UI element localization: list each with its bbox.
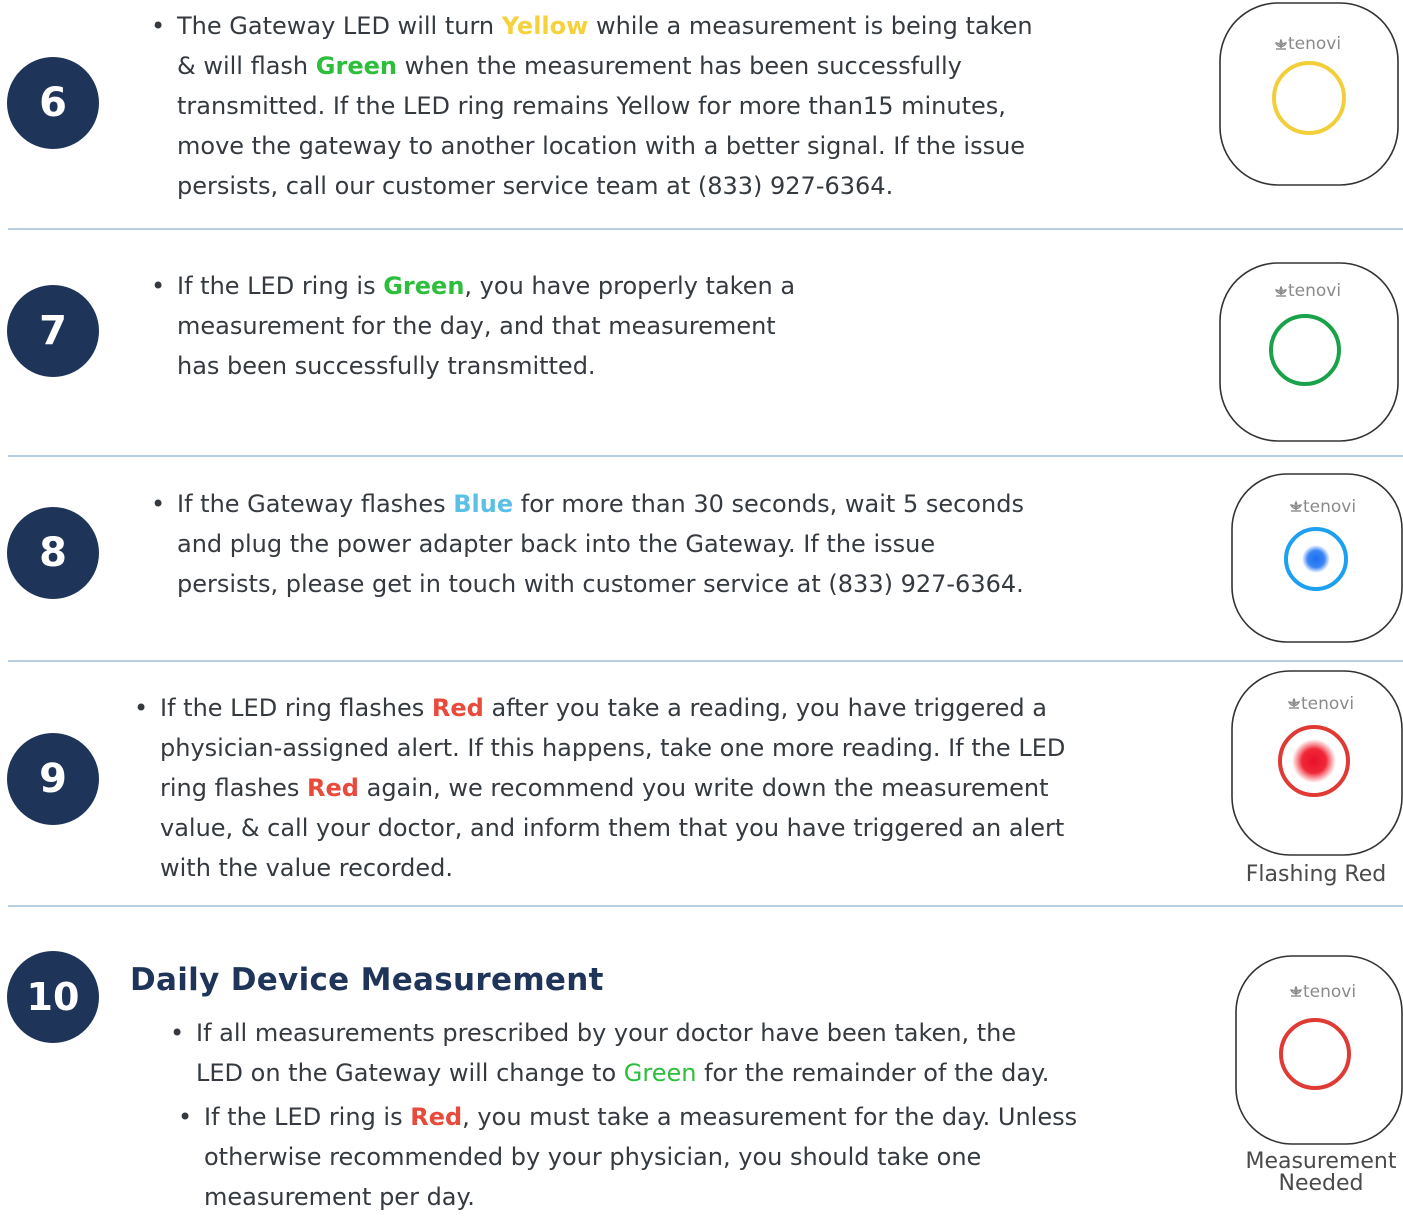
brand-label: tenovi <box>1301 694 1354 714</box>
section-divider <box>8 905 1403 907</box>
text-line: value, & call your doctor, and inform th… <box>160 814 1065 842</box>
step-10-badge: 10 <box>7 951 99 1043</box>
text-line: physician-assigned alert. If this happen… <box>160 734 1066 762</box>
gateway-green-ring: tenovi <box>1219 262 1399 442</box>
bullet: • <box>134 694 149 722</box>
step-6-badge: 6 <box>7 57 99 149</box>
bullet: • <box>151 272 166 300</box>
brand-label: tenovi <box>1288 281 1341 301</box>
gateway-red-flash: tenovi <box>1231 670 1403 856</box>
text-line: transmitted. If the LED ring remains Yel… <box>177 92 1006 120</box>
section-divider <box>8 660 1403 662</box>
step-8-text: • If the Gateway flashes Blue for more t… <box>151 484 1024 604</box>
gateway-yellow-ring: tenovi <box>1219 2 1399 186</box>
step-6-text: • The Gateway LED will turn Yellow while… <box>151 6 1033 206</box>
text-line: and plug the power adapter back into the… <box>177 530 936 558</box>
step-8-badge: 8 <box>7 507 99 599</box>
section-divider <box>8 455 1403 457</box>
device-caption: Flashing Red <box>1245 862 1387 887</box>
step-9-badge: 9 <box>7 733 99 825</box>
text-line: persists, please get in touch with custo… <box>177 570 1024 598</box>
device-caption: Measurement Needed <box>1236 1151 1403 1195</box>
caption-line: Measurement <box>1245 1149 1397 1174</box>
text-line: LED on the Gateway will change to Green … <box>196 1059 1050 1087</box>
text-line: move the gateway to another location wit… <box>177 132 1026 160</box>
text-line: ring flashes Red again, we recommend you… <box>160 774 1049 802</box>
brand-label: tenovi <box>1288 34 1341 54</box>
step-10-bullet-1: • If all measurements prescribed by your… <box>170 1013 1050 1093</box>
bullet: • <box>178 1103 193 1131</box>
step-9-text: • If the LED ring flashes Red after you … <box>134 688 1066 888</box>
brand-label: tenovi <box>1303 497 1356 517</box>
text-line: If the Gateway flashes Blue for more tha… <box>177 490 1024 518</box>
text-line: measurement for the day, and that measur… <box>177 312 776 340</box>
gateway-red-ring: tenovi <box>1235 955 1403 1145</box>
bullet: • <box>151 490 166 518</box>
text-line: persists, call our customer service team… <box>177 172 894 200</box>
bullet: • <box>151 12 166 40</box>
step-10-bullet-2: • If the LED ring is Red, you must take … <box>178 1097 1078 1217</box>
section-divider <box>8 228 1403 230</box>
text-line: If the LED ring flashes Red after you ta… <box>160 694 1047 722</box>
red-keyword: Red <box>410 1103 463 1131</box>
green-keyword: Green <box>315 52 397 80</box>
text-line: & will flash Green when the measurement … <box>177 52 962 80</box>
text-line: has been successfully transmitted. <box>177 352 596 380</box>
red-keyword: Red <box>307 774 359 802</box>
text-line: If the LED ring is Green, you have prope… <box>177 272 796 300</box>
step-7-badge: 7 <box>7 285 99 377</box>
red-keyword: Red <box>431 694 484 722</box>
text-line: otherwise recommended by your physician,… <box>204 1143 982 1171</box>
text-line: If all measurements prescribed by your d… <box>196 1019 1017 1047</box>
yellow-keyword: Yellow <box>501 12 589 40</box>
blue-keyword: Blue <box>453 490 514 518</box>
step-7-text: • If the LED ring is Green, you have pro… <box>151 266 796 386</box>
text-line: measurement per day. <box>204 1183 475 1211</box>
green-keyword: Green <box>383 272 465 300</box>
bullet: • <box>170 1019 185 1047</box>
caption-line: Needed <box>1278 1171 1364 1196</box>
green-keyword: Green <box>623 1059 697 1087</box>
text-line: with the value recorded. <box>160 854 454 882</box>
gateway-blue-flash: tenovi <box>1231 473 1403 643</box>
section-heading: Daily Device Measurement <box>130 962 604 998</box>
text-line: The Gateway LED will turn Yellow while a… <box>177 12 1033 40</box>
text-line: If the LED ring is Red, you must take a … <box>204 1103 1078 1131</box>
brand-label: tenovi <box>1303 982 1356 1002</box>
